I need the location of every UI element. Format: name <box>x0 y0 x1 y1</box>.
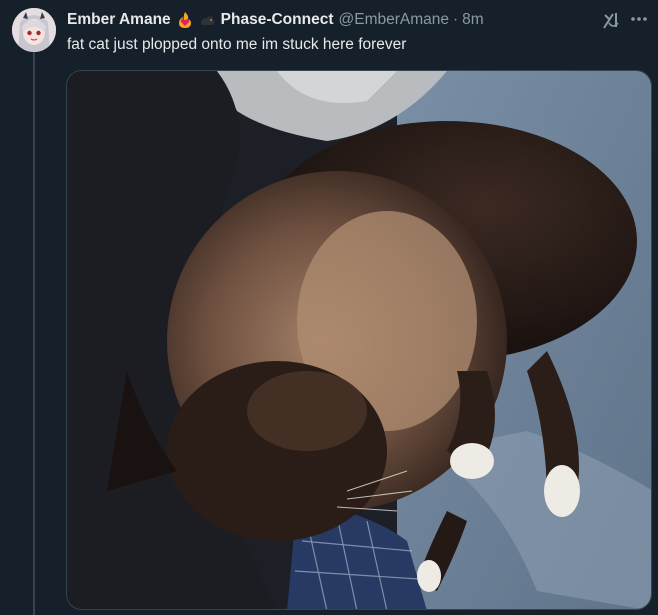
thread-connector-line <box>33 52 35 615</box>
affiliation-name[interactable]: Phase-Connect <box>221 11 334 29</box>
cat-photo-illustration <box>67 71 651 609</box>
avatar[interactable] <box>12 8 56 52</box>
tweet-photo[interactable] <box>66 70 652 610</box>
grok-icon[interactable] <box>601 10 623 30</box>
black-cat-emoji-icon <box>199 11 217 29</box>
fire-heart-emoji-icon <box>176 11 194 29</box>
tweet-header: Ember Amane Phase-Connect @EmberAmane · … <box>67 10 484 30</box>
tweet-timestamp[interactable]: 8m <box>462 11 484 29</box>
more-dots-icon[interactable] <box>630 16 648 22</box>
tweet-text: fat cat just plopped onto me im stuck he… <box>67 36 407 53</box>
display-name[interactable]: Ember Amane <box>67 11 171 29</box>
user-handle[interactable]: @EmberAmane <box>339 11 450 29</box>
header-separator: · <box>453 11 459 28</box>
